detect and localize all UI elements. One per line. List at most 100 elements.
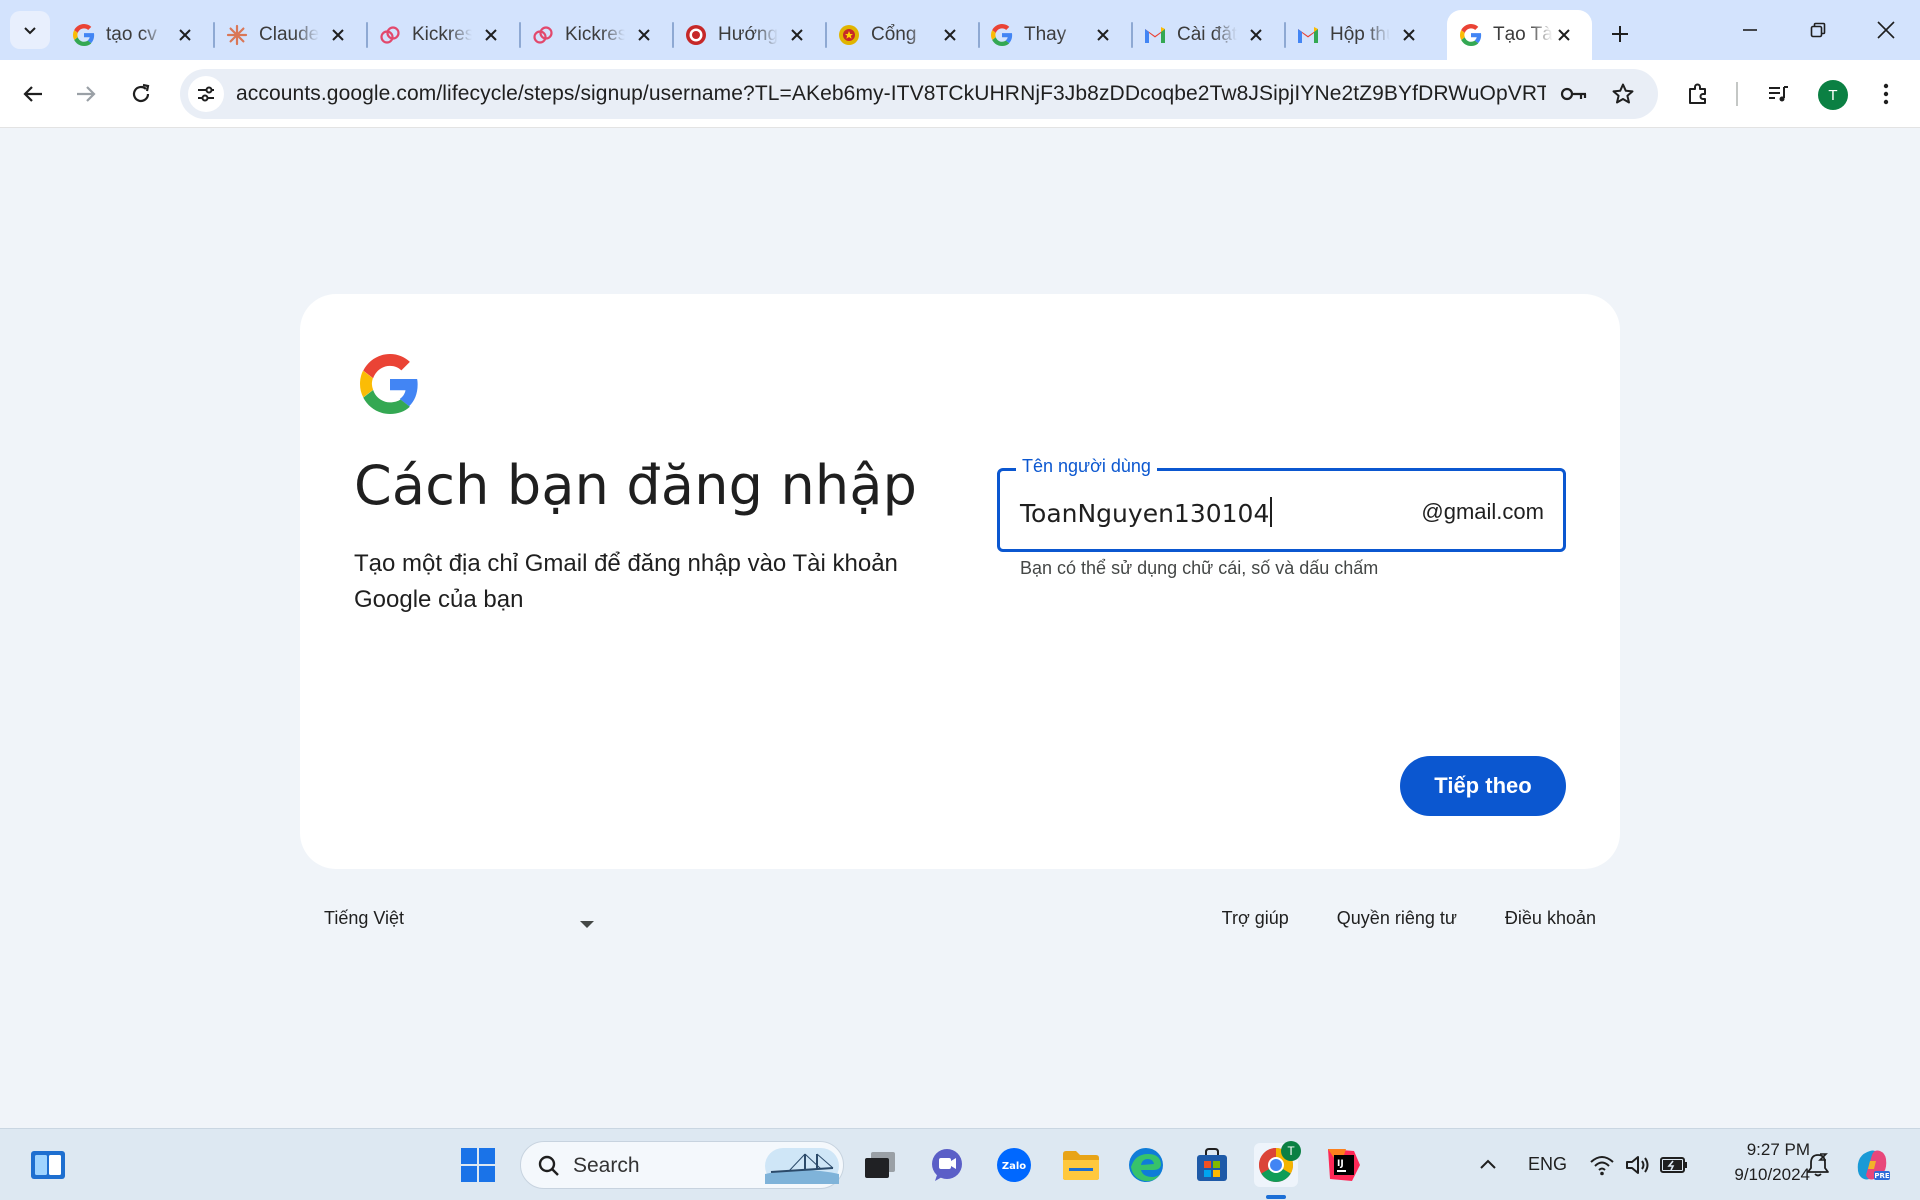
- folder-icon: [1063, 1151, 1099, 1180]
- chevron-up-icon: [1480, 1159, 1496, 1169]
- close-icon[interactable]: [175, 25, 195, 45]
- close-icon[interactable]: [940, 25, 960, 45]
- username-field[interactable]: Tên người dùng ToanNguyen130104 @gmail.c…: [997, 456, 1566, 552]
- teams-button[interactable]: [925, 1143, 969, 1187]
- tab-title: Cổng: [871, 24, 917, 45]
- tune-icon: [198, 86, 214, 102]
- jetbrains-button[interactable]: IJ: [1322, 1143, 1366, 1187]
- close-icon[interactable]: [1246, 25, 1266, 45]
- site-info-button[interactable]: [188, 76, 224, 112]
- copilot-button[interactable]: PRE: [1850, 1143, 1894, 1187]
- tab-cong[interactable]: Cổng: [825, 10, 978, 60]
- close-window-button[interactable]: [1852, 0, 1920, 60]
- show-hidden-icons-button[interactable]: [1466, 1143, 1510, 1187]
- widgets-button[interactable]: [26, 1143, 70, 1187]
- tab-kickresume-1[interactable]: Kickresume: [366, 10, 519, 60]
- tab-kickresume-2[interactable]: Kickresume: [519, 10, 672, 60]
- microsoft-store-button[interactable]: [1190, 1143, 1234, 1187]
- svg-text:Zalo: Zalo: [1002, 1161, 1026, 1172]
- restore-button[interactable]: [1784, 0, 1852, 60]
- more-vert-icon: [1883, 83, 1889, 105]
- jetbrains-ide-icon: IJ: [1328, 1149, 1360, 1181]
- tab-search-button[interactable]: [10, 11, 50, 49]
- wifi-icon: [1590, 1156, 1614, 1176]
- close-icon[interactable]: [328, 25, 348, 45]
- gmail-icon: [1296, 23, 1320, 47]
- dropdown-arrow-icon: [580, 921, 594, 928]
- profile-avatar[interactable]: T: [1818, 80, 1848, 110]
- claude-icon: [225, 23, 249, 47]
- system-clock[interactable]: 9:27 PM 9/10/2024: [1710, 1137, 1810, 1187]
- close-icon[interactable]: [481, 25, 501, 45]
- close-icon[interactable]: [634, 25, 654, 45]
- tab-title: Hướng: [718, 24, 778, 45]
- google-g-icon: [1459, 23, 1483, 47]
- tab-title: Kickresume: [412, 24, 472, 45]
- file-explorer-button[interactable]: [1059, 1143, 1103, 1187]
- page-subtitle: Tạo một địa chỉ Gmail để đăng nhập vào T…: [354, 550, 898, 613]
- tab-tao-cv[interactable]: tạo cv: [60, 10, 213, 60]
- tab-tao-tai-khoan[interactable]: Tạo Tài: [1447, 10, 1592, 60]
- gmail-icon: [1143, 23, 1167, 47]
- minimize-button[interactable]: [1716, 0, 1784, 60]
- extensions-button[interactable]: [1678, 74, 1718, 114]
- edge-icon: [1129, 1148, 1163, 1182]
- emblem-icon: [837, 23, 861, 47]
- password-key-icon[interactable]: [1558, 78, 1590, 110]
- edge-button[interactable]: [1124, 1143, 1168, 1187]
- taskbar-search-box[interactable]: Search: [520, 1141, 844, 1189]
- bookmark-star-icon[interactable]: [1607, 78, 1639, 110]
- next-button[interactable]: Tiếp theo: [1400, 756, 1566, 816]
- tab-claude[interactable]: Claude: [213, 10, 366, 60]
- close-icon[interactable]: [787, 25, 807, 45]
- tab-cai-dat[interactable]: Cài đặt: [1131, 10, 1284, 60]
- chrome-active-indicator: [1266, 1195, 1286, 1199]
- reload-button[interactable]: [121, 74, 161, 114]
- widgets-icon: [31, 1151, 65, 1179]
- tab-title: Hộp thư: [1330, 24, 1390, 45]
- url-text[interactable]: accounts.google.com/lifecycle/steps/sign…: [236, 82, 1546, 106]
- task-view-button[interactable]: [858, 1143, 902, 1187]
- menu-button[interactable]: [1866, 74, 1906, 114]
- task-view-icon: [865, 1152, 895, 1178]
- gmail-domain-suffix: @gmail.com: [1421, 499, 1544, 524]
- tab-title: Kickresume: [565, 24, 625, 45]
- tab-title: Claude: [259, 24, 319, 45]
- help-link[interactable]: Trợ giúp: [1222, 908, 1289, 929]
- footer-links: Trợ giúp Quyền riêng tư Điều khoản: [1222, 908, 1596, 929]
- close-icon[interactable]: [1093, 25, 1113, 45]
- tab-thay[interactable]: Thay: [978, 10, 1131, 60]
- new-tab-button[interactable]: [1598, 12, 1642, 56]
- clock-time: 9:27 PM: [1746, 1140, 1810, 1159]
- language-select[interactable]: Tiếng Việt: [324, 908, 594, 938]
- text-caret: [1270, 497, 1273, 527]
- chrome-button[interactable]: T: [1254, 1141, 1301, 1187]
- svg-text:IJ: IJ: [1337, 1159, 1344, 1169]
- forward-button[interactable]: [66, 74, 106, 114]
- tab-title: tạo cv: [106, 24, 157, 45]
- battery-button[interactable]: [1652, 1143, 1696, 1187]
- media-control-button[interactable]: [1758, 74, 1798, 114]
- privacy-link[interactable]: Quyền riêng tư: [1337, 908, 1457, 929]
- address-bar[interactable]: accounts.google.com/lifecycle/steps/sign…: [180, 69, 1658, 119]
- speaker-icon: [1626, 1156, 1649, 1174]
- zalo-button[interactable]: Zalo: [992, 1143, 1036, 1187]
- windows-logo-icon: [461, 1148, 495, 1182]
- arrow-right-icon: [77, 86, 96, 102]
- tab-huong-dan[interactable]: Hướng: [672, 10, 825, 60]
- tab-title: Thay: [1024, 24, 1067, 45]
- search-icon: [538, 1155, 559, 1176]
- tab-title: Cài đặt: [1177, 24, 1237, 45]
- tab-list: tạo cv Claude Kickresume Kickresume: [60, 10, 1642, 60]
- notifications-button[interactable]: [1796, 1143, 1840, 1187]
- toolbar-divider: [1736, 82, 1738, 106]
- close-icon[interactable]: [1554, 25, 1574, 45]
- tab-hop-thu[interactable]: Hộp thư: [1284, 10, 1437, 60]
- terms-link[interactable]: Điều khoản: [1505, 908, 1596, 929]
- seal-icon: [684, 23, 708, 47]
- username-input[interactable]: ToanNguyen130104: [1020, 497, 1273, 528]
- start-button[interactable]: [456, 1143, 500, 1187]
- back-button[interactable]: [13, 74, 53, 114]
- close-icon[interactable]: [1399, 25, 1419, 45]
- input-language-indicator[interactable]: ENG: [1528, 1154, 1567, 1175]
